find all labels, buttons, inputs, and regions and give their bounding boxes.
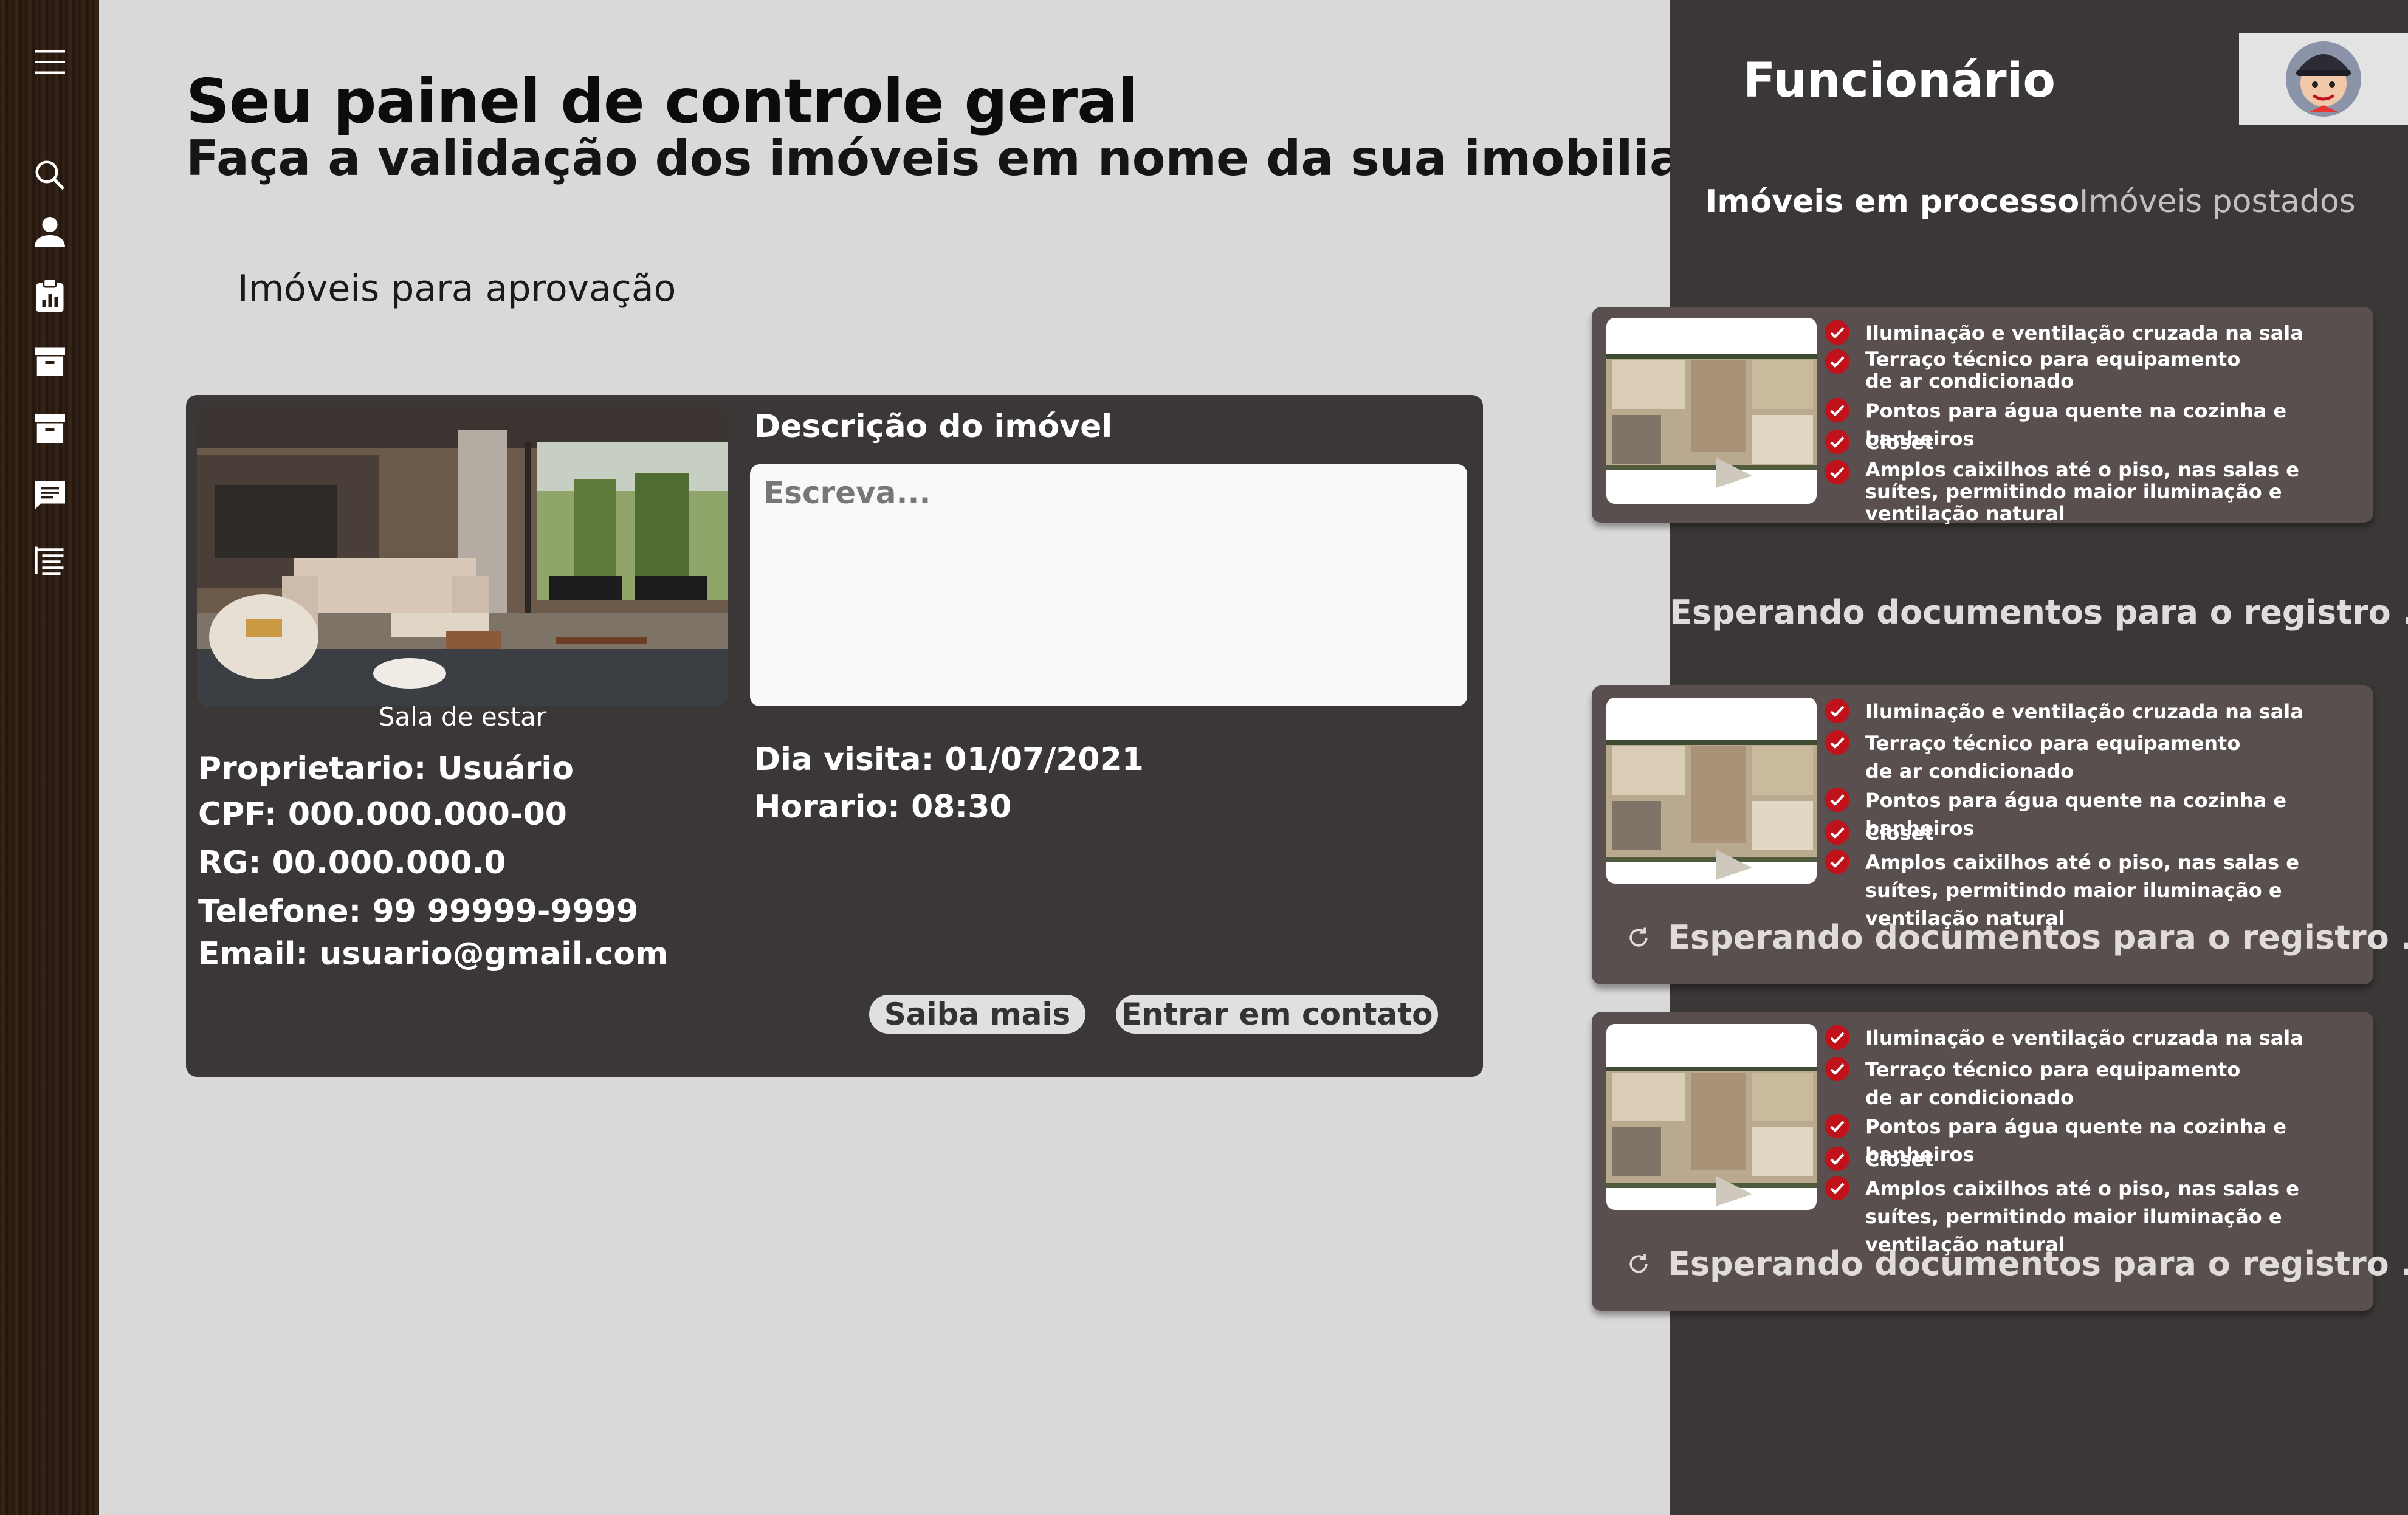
feature-item: Iluminação e ventilação cruzada na sala xyxy=(1824,1024,2303,1052)
status-row: Esperando documentos para o registro ... xyxy=(1625,918,2408,957)
page-title: Seu painel de controle geral xyxy=(186,66,1138,137)
check-badge-icon xyxy=(1825,429,1850,455)
main-content: Seu painel de controle geral Faça a vali… xyxy=(99,0,1756,1515)
employee-panel: Funcionário Imóveis em processo Imóveis … xyxy=(1592,0,2408,1515)
tab-imoveis-em-processo[interactable]: Imóveis em processo xyxy=(1705,184,2079,220)
visit-time: Horario: 08:30 xyxy=(754,789,1012,825)
owner-cpf: CPF: 000.000.000-00 xyxy=(198,796,567,833)
avatar[interactable] xyxy=(2239,33,2408,125)
check-badge-icon xyxy=(1825,849,1850,874)
feature-text: Iluminação e ventilação cruzada na sala xyxy=(1865,1026,2303,1050)
feature-item: Closet xyxy=(1824,1146,1933,1173)
feature-text: Terraço técnico para equipamento de ar c… xyxy=(1865,1058,2241,1109)
feature-text: Pontos para água quente na cozinha e ban… xyxy=(1865,789,2287,840)
feature-text: Amplos caixilhos até o piso, nas salas e… xyxy=(1865,458,2299,525)
sidebar xyxy=(0,0,99,1515)
check-badge-icon xyxy=(1825,1025,1850,1050)
feature-text: Iluminação e ventilação cruzada na sala xyxy=(1865,321,2303,345)
visit-date: Dia visita: 01/07/2021 xyxy=(754,741,1144,778)
feature-item: Terraço técnico para equipamento de ar c… xyxy=(1824,729,2254,785)
floor-plan-image xyxy=(1606,1024,1817,1210)
check-badge-icon xyxy=(1825,320,1850,345)
search-icon[interactable] xyxy=(29,154,71,196)
check-badge-icon xyxy=(1825,1113,1850,1139)
status-text: Esperando documentos para o registro ... xyxy=(1668,1245,2408,1283)
status-text: Esperando documentos para o registro ... xyxy=(1670,593,2408,631)
owner-email: Email: usuario@gmail.com xyxy=(198,936,669,972)
saiba-mais-button[interactable]: Saiba mais xyxy=(869,995,1085,1034)
property-approval-card: Sala de estar Descrição do imóvel Propri… xyxy=(186,395,1483,1077)
living-room-photo[interactable] xyxy=(197,406,728,706)
living-room-image xyxy=(197,406,728,706)
feature-item: Iluminação e ventilação cruzada na sala xyxy=(1824,698,2303,726)
feature-text: Pontos para água quente na cozinha e ban… xyxy=(1865,399,2287,450)
property-card[interactable]: Iluminação e ventilação cruzada na sala … xyxy=(1592,307,2373,524)
check-badge-icon xyxy=(1825,1175,1850,1201)
feature-text: Closet xyxy=(1865,431,1934,454)
owner-phone: Telefone: 99 99999-9999 xyxy=(198,893,639,930)
feature-item: Terraço técnico para equipamento de ar c… xyxy=(1824,1056,2254,1111)
check-badge-icon xyxy=(1825,1146,1850,1172)
clipboard-chart-icon[interactable] xyxy=(29,275,71,316)
check-badge-icon xyxy=(1825,820,1850,845)
tab-imoveis-postados[interactable]: Imóveis postados xyxy=(2079,184,2356,220)
check-badge-icon xyxy=(1825,698,1850,724)
avatar-icon xyxy=(2286,41,2361,117)
description-label: Descrição do imóvel xyxy=(754,408,1113,445)
status-row: Esperando documentos para o registro ... xyxy=(1625,1245,2408,1283)
page-subtitle: Faça a validação dos imóveis em nome da … xyxy=(186,130,1756,187)
floor-plan-image xyxy=(1606,318,1817,504)
check-badge-icon xyxy=(1825,787,1850,812)
feature-text: Closet xyxy=(1865,822,1934,845)
check-badge-icon xyxy=(1825,1056,1850,1082)
archive-icon[interactable] xyxy=(29,340,71,382)
menu-icon[interactable] xyxy=(29,41,71,83)
section-title: Imóveis para aprovação xyxy=(238,267,676,310)
feature-text: Terraço técnico para equipamento de ar c… xyxy=(1865,732,2241,783)
description-input[interactable] xyxy=(750,464,1467,706)
refresh-icon xyxy=(1629,927,1648,947)
feature-text: Terraço técnico para equipamento de ar c… xyxy=(1865,348,2241,393)
property-card[interactable]: Iluminação e ventilação cruzada na sala … xyxy=(1592,685,2408,984)
check-badge-icon xyxy=(1825,459,1850,485)
floor-plan-image xyxy=(1606,698,1817,884)
feature-item: Terraço técnico para equipamento de ar c… xyxy=(1824,348,2347,392)
feature-text: Iluminação e ventilação cruzada na sala xyxy=(1865,700,2303,723)
list-tree-icon[interactable] xyxy=(29,540,71,581)
photo-caption: Sala de estar xyxy=(378,702,547,732)
feature-text: Closet xyxy=(1865,1148,1934,1171)
feature-item: Amplos caixilhos até o piso, nas salas e… xyxy=(1824,459,2364,524)
check-badge-icon xyxy=(1825,397,1850,423)
check-badge-icon xyxy=(1825,349,1850,374)
feature-item: Closet xyxy=(1824,428,1933,456)
user-icon[interactable] xyxy=(29,211,71,253)
feature-item: Iluminação e ventilação cruzada na sala xyxy=(1824,319,2303,347)
owner-name: Proprietario: Usuário xyxy=(198,751,574,787)
owner-rg: RG: 00.000.000.0 xyxy=(198,845,506,881)
feature-item: Closet xyxy=(1824,819,1933,847)
archive-icon[interactable] xyxy=(29,407,71,448)
property-card[interactable]: Iluminação e ventilação cruzada na sala … xyxy=(1592,1012,2408,1311)
role-title: Funcionário xyxy=(1743,53,2055,108)
feature-text: Pontos para água quente na cozinha e ban… xyxy=(1865,1115,2287,1166)
refresh-icon xyxy=(1629,1254,1648,1273)
check-badge-icon xyxy=(1825,730,1850,755)
status-text: Esperando documentos para o registro ... xyxy=(1668,918,2408,957)
chat-icon[interactable] xyxy=(29,475,71,517)
contact-button[interactable]: Entrar em contato xyxy=(1116,995,1438,1034)
